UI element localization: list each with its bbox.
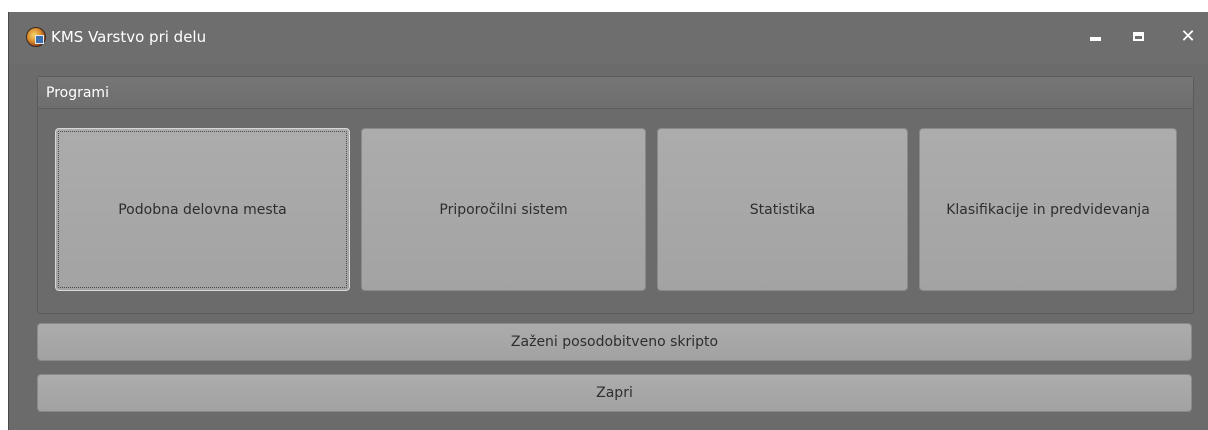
similar-workplaces-label: Podobna delovna mesta	[118, 201, 287, 218]
close-icon: ✕	[1180, 25, 1196, 47]
run-update-script-label: Zaženi posodobitveno skripto	[510, 334, 719, 350]
close-button[interactable]: Zapri	[37, 374, 1192, 412]
maximize-button[interactable]	[1123, 24, 1153, 48]
app-logo-icon	[26, 27, 46, 47]
close-window-button[interactable]: ✕	[1173, 24, 1203, 48]
similar-workplaces-button[interactable]: Podobna delovna mesta	[55, 128, 350, 291]
minimize-button[interactable]	[1080, 24, 1110, 48]
classifications-predictions-button[interactable]: Klasifikacije in predvidevanja	[919, 128, 1177, 291]
title-bar[interactable]: KMS Varstvo pri delu ✕	[9, 12, 1208, 64]
programs-group-title: Programi	[46, 85, 109, 101]
minimize-icon	[1089, 37, 1101, 41]
programs-group-header: Programi	[38, 77, 1193, 109]
statistics-button[interactable]: Statistika	[657, 128, 908, 291]
maximize-icon	[1132, 31, 1144, 41]
main-window: KMS Varstvo pri delu ✕ Programi Podobna …	[8, 12, 1208, 430]
run-update-script-button[interactable]: Zaženi posodobitveno skripto	[37, 323, 1192, 361]
close-label: Zapri	[596, 385, 633, 401]
programs-group: Programi Podobna delovna mesta Priporoči…	[37, 76, 1194, 314]
statistics-label: Statistika	[749, 201, 816, 218]
classifications-predictions-label: Klasifikacije in predvidevanja	[946, 201, 1150, 218]
window-title: KMS Varstvo pri delu	[51, 28, 207, 46]
recommender-system-label: Priporočilni sistem	[439, 201, 568, 218]
recommender-system-button[interactable]: Priporočilni sistem	[361, 128, 646, 291]
